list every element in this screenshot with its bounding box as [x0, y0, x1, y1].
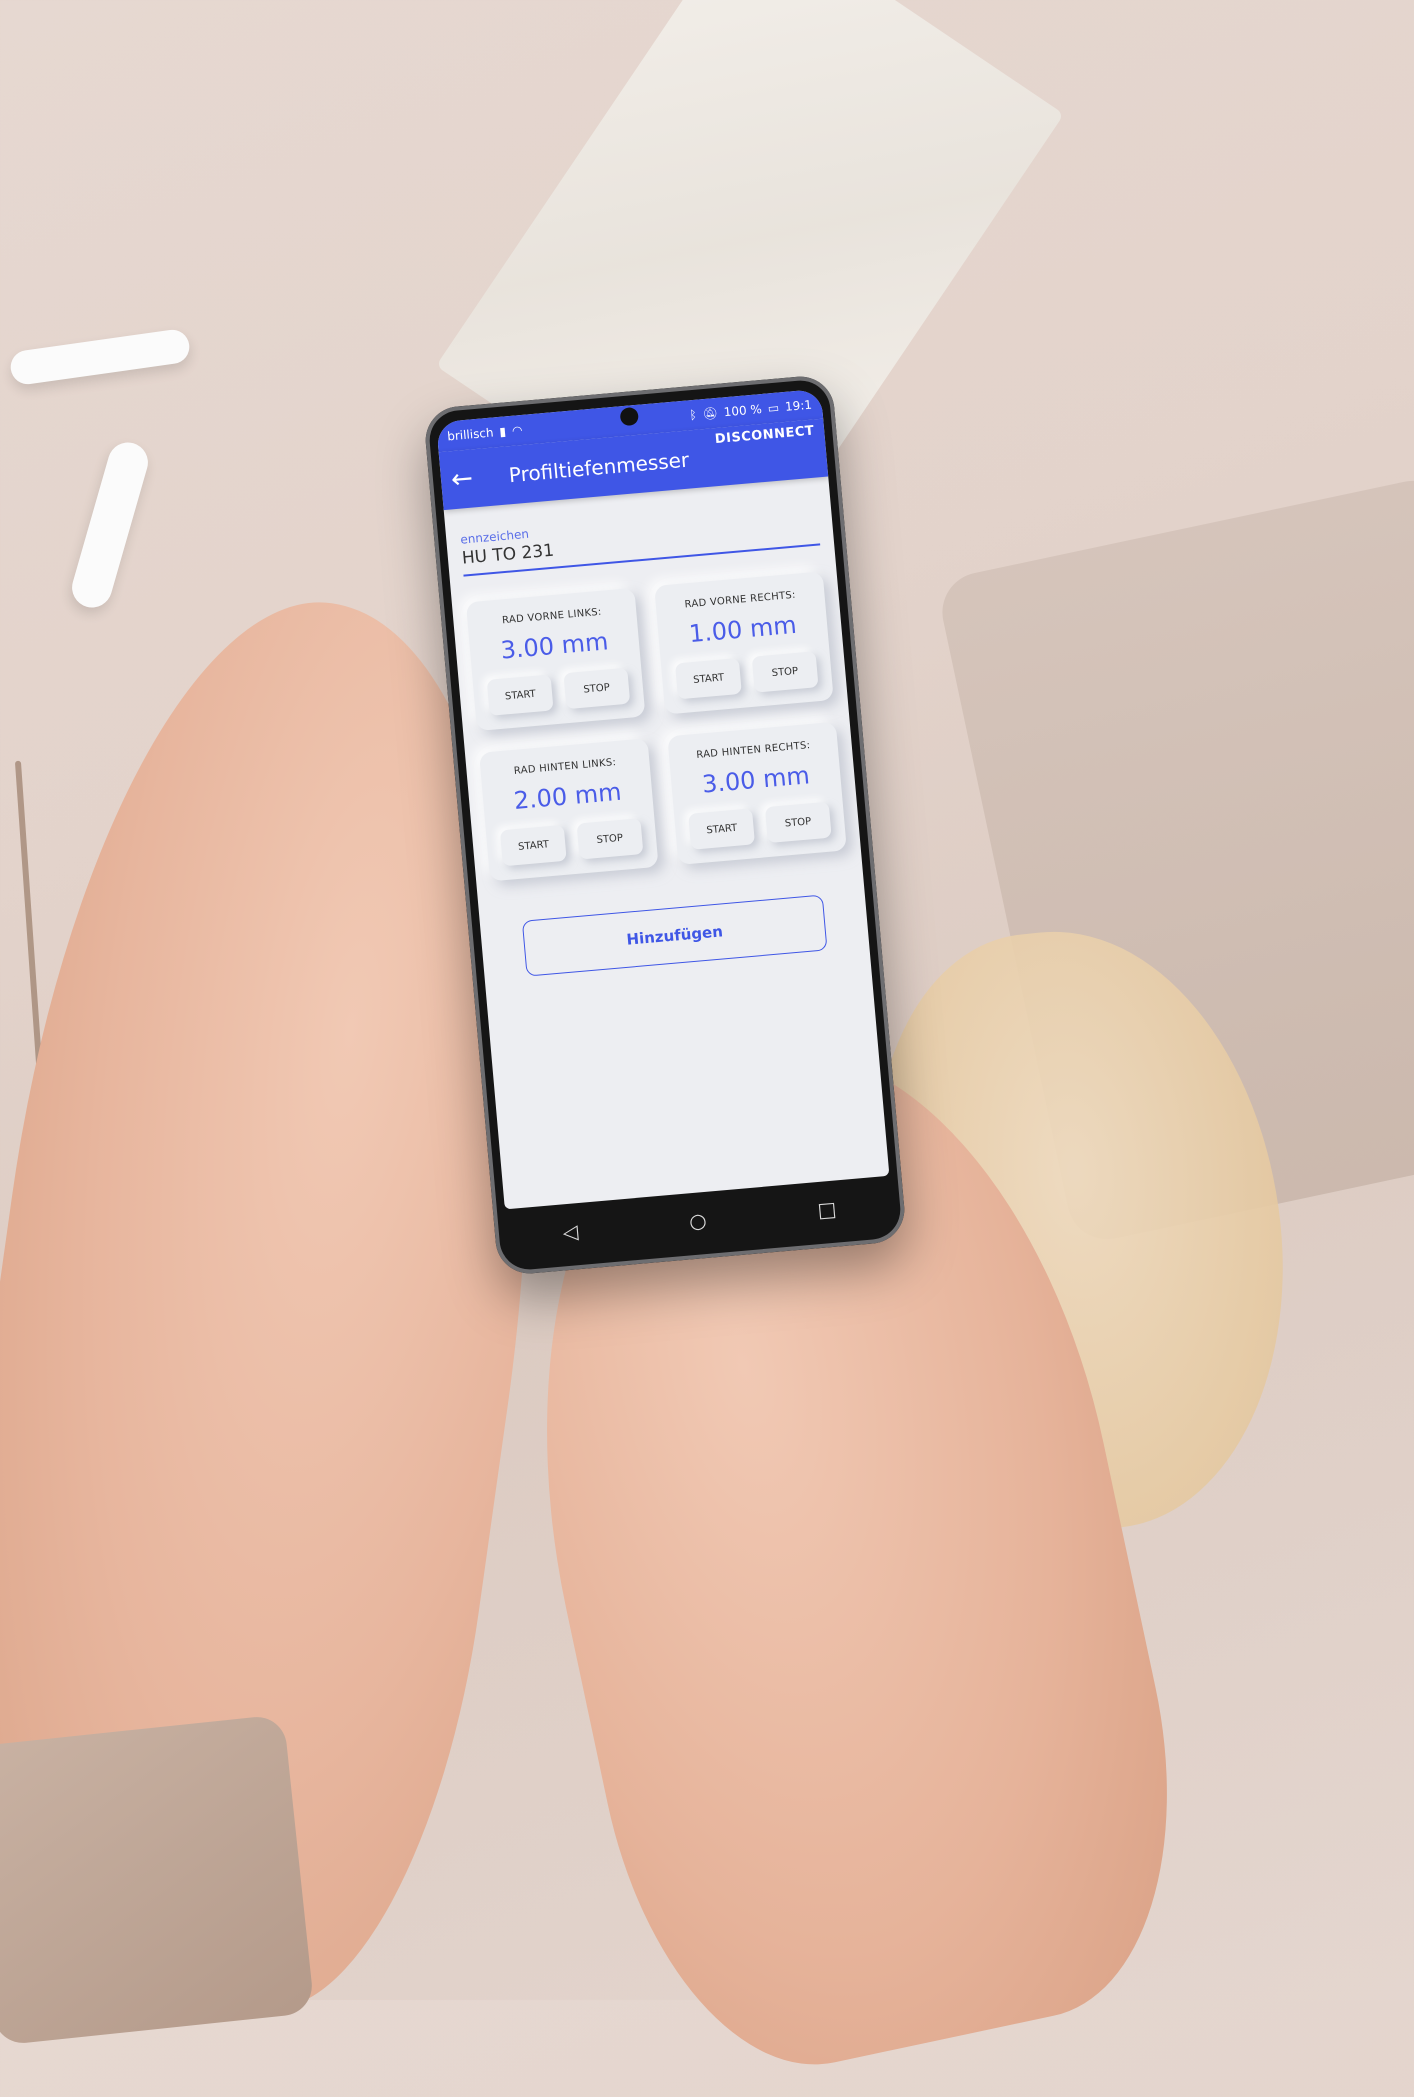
- start-button[interactable]: START: [675, 657, 743, 700]
- stop-button[interactable]: STOP: [563, 667, 631, 710]
- plate-field: ennzeichen: [459, 496, 821, 577]
- back-arrow-icon[interactable]: ←: [450, 462, 486, 495]
- page-title: Profiltiefenmesser: [507, 447, 691, 488]
- nav-back-icon[interactable]: ◁: [562, 1219, 579, 1244]
- wheel-depth-value: 3.00 mm: [700, 761, 811, 799]
- wheel-card-rear-right: RAD HINTEN RECHTS: 3.00 mm START STOP: [667, 721, 847, 865]
- add-button[interactable]: Hinzufügen: [521, 894, 828, 977]
- battery-percent: 100 %: [723, 402, 763, 420]
- stop-button[interactable]: STOP: [751, 651, 819, 693]
- earbud-decor: [67, 437, 153, 613]
- wifi-icon: ◠: [511, 422, 524, 438]
- wheel-label: RAD HINTEN LINKS:: [513, 757, 617, 777]
- wheel-depth-value: 1.00 mm: [687, 610, 798, 649]
- mute-icon: 🔕︎: [702, 405, 719, 422]
- stop-button[interactable]: STOP: [576, 818, 644, 860]
- wheel-label: RAD VORNE RECHTS:: [684, 589, 797, 611]
- wheel-label: RAD HINTEN RECHTS:: [695, 740, 811, 761]
- wheel-depth-value: 2.00 mm: [512, 777, 623, 816]
- wheel-card-front-left: RAD VORNE LINKS: 3.00 mm START STOP: [465, 587, 646, 732]
- disconnect-button[interactable]: DISCONNECT: [714, 424, 815, 448]
- start-button[interactable]: START: [688, 808, 756, 850]
- carrier-name: brillisch: [446, 425, 495, 444]
- main-content: ennzeichen RAD VORNE LINKS: 3.00 mm STAR…: [444, 476, 870, 980]
- phone-screen: brillisch ▮ ◠ ᛒ 🔕︎ 100 % ▭ 19:1 ← Profil…: [436, 388, 890, 1210]
- start-button[interactable]: START: [500, 824, 567, 867]
- nav-recent-icon[interactable]: □: [816, 1197, 837, 1223]
- wheel-card-front-right: RAD VORNE RECHTS: 1.00 mm START STOP: [654, 571, 834, 715]
- wheel-grid: RAD VORNE LINKS: 3.00 mm START STOP RAD …: [465, 571, 847, 882]
- nav-home-icon[interactable]: ○: [688, 1208, 707, 1233]
- battery-icon: ▭: [767, 400, 780, 416]
- signal-icon: ▮: [498, 424, 507, 439]
- wheel-label: RAD VORNE LINKS:: [501, 606, 603, 627]
- wheel-depth-value: 3.00 mm: [499, 627, 610, 665]
- wheel-card-rear-left: RAD HINTEN LINKS: 2.00 mm START STOP: [479, 738, 659, 882]
- clock: 19:1: [784, 397, 813, 414]
- sleeve: [0, 1714, 315, 2046]
- stop-button[interactable]: STOP: [764, 801, 832, 844]
- bluetooth-icon: ᛒ: [688, 407, 698, 423]
- phone: brillisch ▮ ◠ ᛒ 🔕︎ 100 % ▭ 19:1 ← Profil…: [422, 373, 908, 1277]
- earbud-decor: [8, 327, 192, 387]
- start-button[interactable]: START: [486, 674, 554, 716]
